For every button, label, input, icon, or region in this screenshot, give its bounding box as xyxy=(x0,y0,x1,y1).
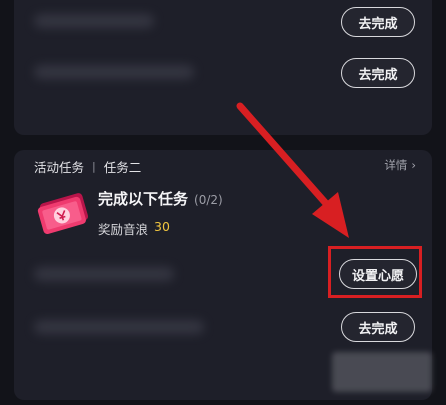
details-link[interactable]: 详情 › xyxy=(384,157,416,173)
crumb-activity-tasks: 活动任务 xyxy=(34,159,85,175)
blurred-task-text xyxy=(34,14,154,28)
crumb-task-two: 任务二 xyxy=(103,159,142,175)
task-title: 完成以下任务 (0/2) xyxy=(98,188,223,209)
breadcrumb: 活动任务 | 任务二 xyxy=(34,157,141,175)
ticket-icon xyxy=(37,193,89,235)
crumb-separator: | xyxy=(92,159,96,173)
highlight-box xyxy=(328,246,422,298)
complete-button-2[interactable]: 去完成 xyxy=(341,58,415,88)
task-title-text: 完成以下任务 xyxy=(98,190,189,208)
reward-label: 奖励音浪 xyxy=(98,222,149,237)
details-label: 详情 xyxy=(384,158,408,172)
blurred-task-text xyxy=(34,320,204,334)
blurred-task-text xyxy=(34,65,194,79)
blurred-task-text xyxy=(34,267,174,281)
complete-button-1[interactable]: 去完成 xyxy=(341,7,415,37)
reward-info: 奖励音浪 30 xyxy=(98,219,170,238)
reward-value: 30 xyxy=(154,219,170,234)
watermark xyxy=(332,352,432,392)
complete-button-3[interactable]: 去完成 xyxy=(341,312,415,342)
task-progress: (0/2) xyxy=(194,193,223,207)
chevron-right-icon: › xyxy=(411,158,416,172)
